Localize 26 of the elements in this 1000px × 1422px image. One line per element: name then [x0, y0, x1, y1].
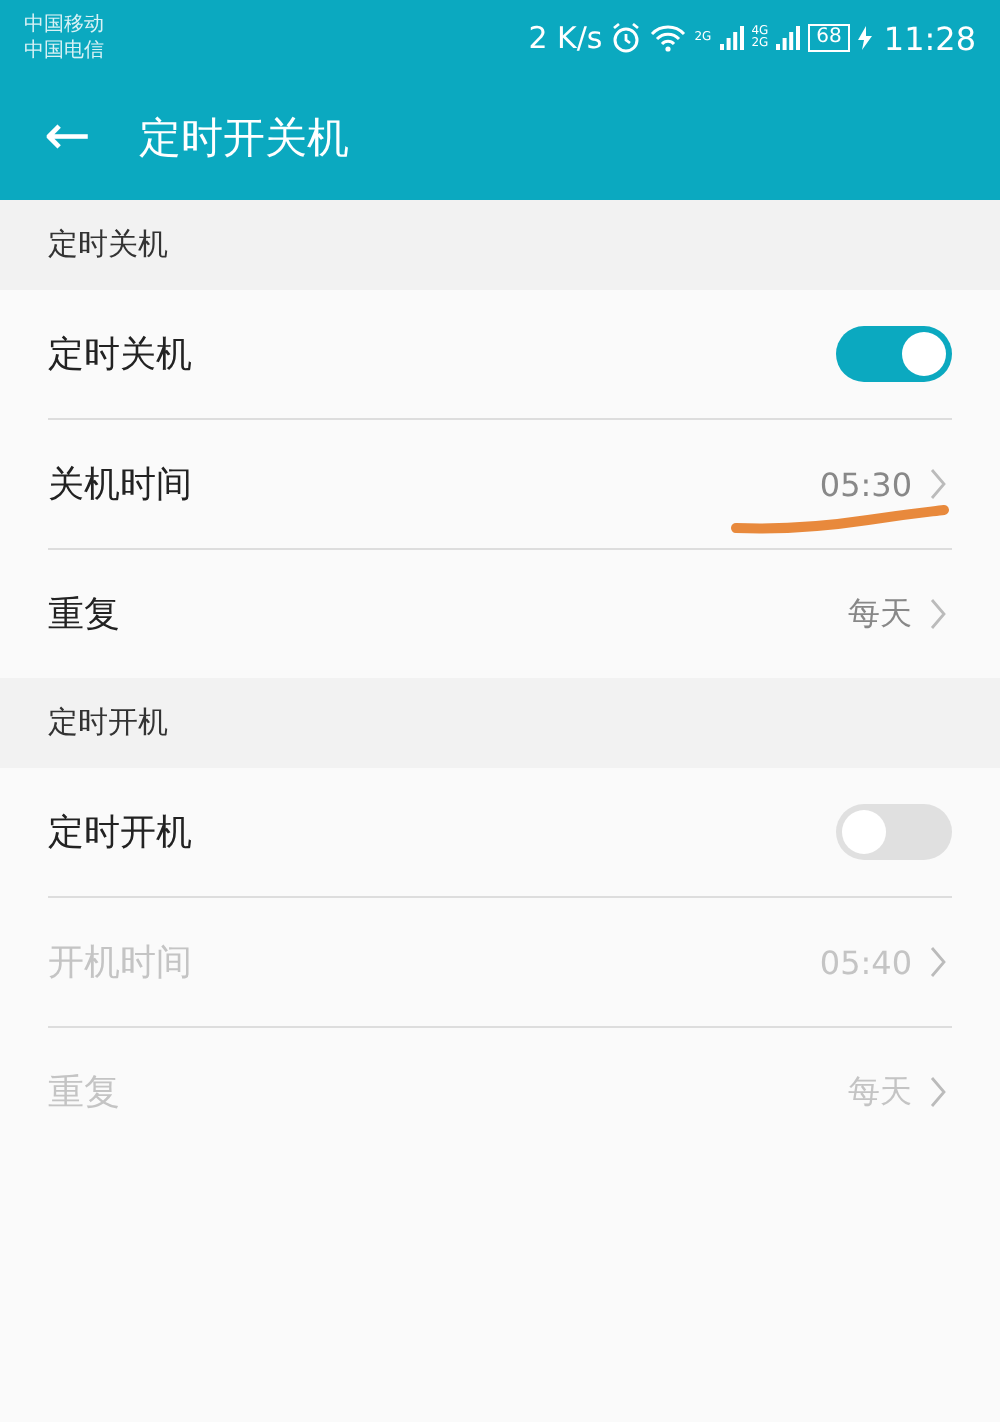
setting-label: 定时开机 — [48, 810, 194, 856]
section-header: 定时关机 — [0, 200, 1000, 290]
toggle-switch[interactable] — [836, 326, 952, 382]
alarm-icon — [610, 22, 643, 54]
carrier-name: 中国移动 — [24, 12, 104, 38]
carrier-name: 中国电信 — [24, 38, 104, 64]
section-header: 定时开机 — [0, 678, 1000, 768]
network-speed: 2 K/s — [528, 20, 603, 56]
chevron-icon — [928, 598, 948, 630]
setting-value: 每天 — [848, 593, 912, 635]
setting-label: 关机时间 — [48, 462, 194, 508]
clock-time: 11:28 — [883, 19, 976, 57]
toggle-switch[interactable] — [836, 804, 952, 860]
setting-value: 05:30 — [819, 465, 912, 503]
wifi-icon — [650, 24, 687, 52]
page-title: 定时开关机 — [138, 112, 349, 166]
battery-level: 68 — [808, 24, 850, 52]
chevron-icon — [928, 1076, 948, 1108]
signal-icon — [776, 26, 801, 50]
chevron-icon — [928, 468, 948, 500]
setting-label: 重复 — [48, 592, 122, 638]
setting-label: 定时关机 — [48, 332, 194, 378]
charging-icon — [857, 26, 872, 50]
chevron-icon — [928, 946, 948, 978]
back-button[interactable]: ← — [0, 101, 119, 175]
signal-icon — [719, 26, 744, 50]
